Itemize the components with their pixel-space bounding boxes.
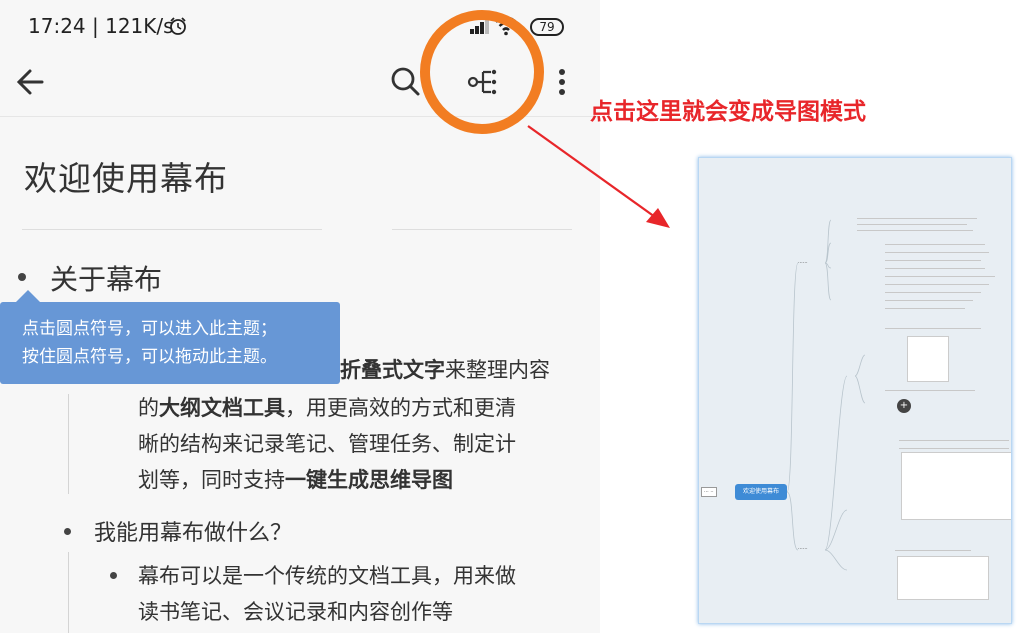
mindmap-text-line	[885, 328, 981, 329]
mindmap-text-line	[885, 284, 989, 285]
phone-screenshot: 17:24 | 121K/s 79 欢迎使用幕布 关于幕布 点击圆点符号，可以进…	[0, 0, 600, 633]
paragraph-line: 幕布可以是一个传统的文档工具，用来做	[138, 564, 516, 588]
topic-bullet[interactable]	[64, 528, 71, 535]
mindmap-left-node: ··· ··	[701, 487, 717, 497]
mindmap-text-line	[857, 218, 977, 219]
topic-about[interactable]: 关于幕布	[50, 258, 162, 298]
mindmap-text-line	[885, 390, 975, 391]
mindmap-text-line	[885, 276, 995, 277]
battery-indicator: 79	[530, 18, 564, 36]
mindmap-text-line	[885, 292, 981, 293]
mindmap-root-node: 欢迎使用幕布	[735, 484, 787, 500]
mindmap-branches	[786, 219, 866, 571]
arrow-icon	[527, 125, 670, 228]
mindmap-text-line	[885, 308, 965, 309]
mindmap-branch-node: ······	[798, 260, 808, 266]
mindmap-text-line	[899, 440, 1009, 441]
mindmap-text-line	[899, 448, 1009, 449]
mindmap-text-line	[885, 244, 985, 245]
mindmap-text-line	[857, 230, 973, 231]
tooltip-line: 按住圆点符号，可以拖动此主题。	[22, 347, 277, 367]
mindmap-preview: ··· ·· 欢迎使用幕布 ······ ······ +	[698, 157, 1012, 624]
outline-guide	[68, 394, 69, 494]
topic-what-can-i-do[interactable]: 我能用幕布做什么？	[94, 515, 292, 547]
paragraph-line: 读书笔记、会议记录和内容创作等	[138, 600, 453, 624]
paragraph-line: 晰的结构来记录笔记、管理任务、制定计	[138, 432, 516, 456]
alarm-icon	[170, 17, 186, 35]
arrow-left-icon[interactable]	[12, 62, 52, 102]
hint-tooltip: 点击圆点符号，可以进入此主题； 按住圆点符号，可以拖动此主题。	[0, 302, 340, 384]
mindmap-text-line	[885, 252, 989, 253]
mindmap-text-line	[885, 268, 985, 269]
mindmap-text-line	[885, 260, 981, 261]
topic-bullet[interactable]	[18, 273, 26, 281]
mindmap-image-card	[901, 452, 1011, 520]
plus-icon: +	[897, 399, 911, 413]
mindmap-image-card	[907, 336, 949, 382]
mindmap-text-line	[895, 550, 971, 551]
tooltip-line: 点击圆点符号，可以进入此主题；	[22, 319, 277, 339]
document-title: 欢迎使用幕布	[24, 159, 228, 198]
more-vertical-icon[interactable]	[542, 62, 582, 102]
topic-bullet[interactable]	[110, 572, 117, 579]
outline-guide	[68, 552, 69, 633]
mindmap-image-card	[897, 556, 989, 600]
mindmap-text-line	[857, 224, 967, 225]
paragraph-line: 划等，同时支持一键生成思维导图	[138, 468, 453, 492]
paragraph-line: 折叠式文字来整理内容	[340, 358, 550, 382]
paragraph-line: 的大纲文档工具，用更高效的方式和更清	[138, 396, 516, 420]
status-time-speed: 17:24 | 121K/s	[28, 14, 174, 38]
mindmap-text-line	[885, 300, 973, 301]
mindmap-branch-node: ······	[798, 546, 808, 552]
title-divider	[22, 229, 322, 230]
tooltip-arrow	[16, 290, 40, 302]
